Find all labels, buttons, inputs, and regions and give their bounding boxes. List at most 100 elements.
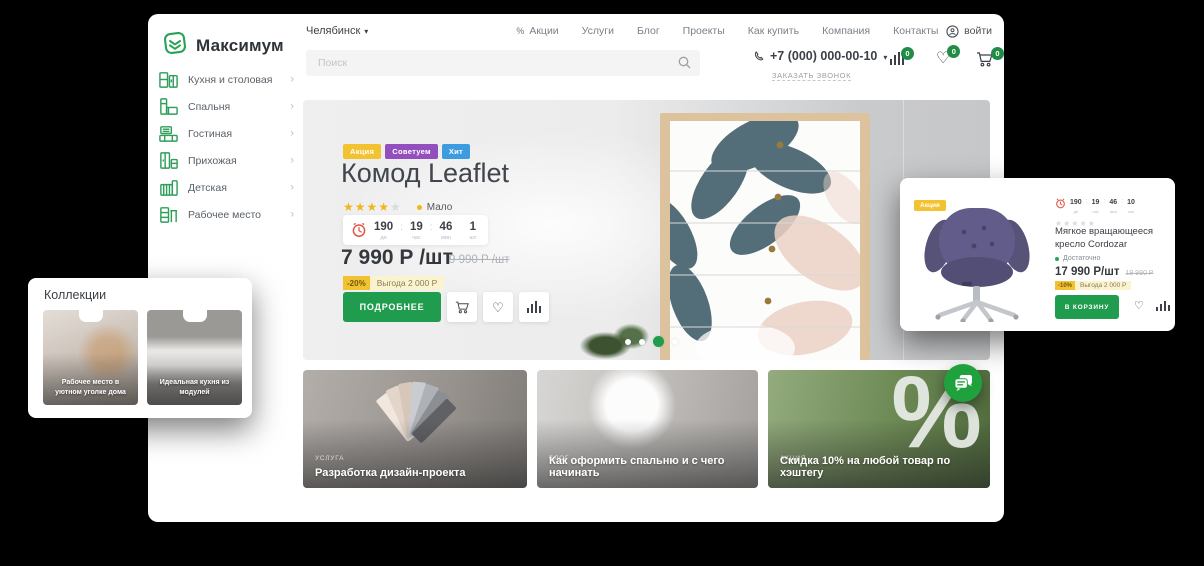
- product-countdown-timer: 190дн 19час 46мин 10сек: [1055, 192, 1135, 214]
- collection-tile-kitchen[interactable]: Идеальная кухня из модулей: [147, 310, 242, 405]
- chevron-right-icon: [290, 69, 294, 87]
- clock-icon: [1055, 198, 1066, 209]
- slider-dot-4[interactable]: [672, 339, 678, 345]
- chat-widget-button[interactable]: [944, 364, 982, 402]
- main-page-card: Максимум Кухня и столовая Спальня Гостин…: [148, 14, 1004, 522]
- hallway-icon: [158, 150, 179, 171]
- wishlist-toggle-button[interactable]: ♡: [483, 292, 513, 322]
- card-title: Скидка 10% на любой товар по хэштегу: [780, 455, 980, 479]
- chevron-right-icon: [290, 150, 294, 168]
- hero-old-price: 9 990 Р /шт: [449, 254, 510, 266]
- sidebar-item-bedroom[interactable]: Спальня: [158, 93, 290, 120]
- nav-link-company[interactable]: Компания: [822, 25, 870, 37]
- slider-dot-2[interactable]: [639, 339, 645, 345]
- hero-rating: Мало: [343, 198, 452, 216]
- product-title-link[interactable]: Мягкое вращающееся кресло Cordozar: [1055, 226, 1167, 251]
- stock-status: Мало: [427, 202, 453, 213]
- sidebar-item-kitchen[interactable]: Кухня и столовая: [158, 66, 290, 93]
- hero-discount-row: -20% Выгода 2 000 Р: [343, 276, 444, 290]
- hero-badges: Акция Советуем Хит: [343, 144, 470, 159]
- nav-link-services[interactable]: Услуги: [582, 25, 614, 37]
- card-title: Как оформить спальню и с чего начинать: [549, 455, 748, 479]
- nav-link-how-to-buy[interactable]: Как купить: [748, 25, 799, 37]
- compare-toggle-button[interactable]: [1156, 301, 1170, 311]
- slider-dots: [625, 336, 678, 347]
- add-to-cart-button[interactable]: [447, 292, 477, 322]
- details-button[interactable]: ПОДРОБНЕЕ: [343, 292, 441, 322]
- bedroom-icon: [158, 96, 179, 117]
- kids-room-icon: [158, 177, 179, 198]
- collections-card: Коллекции Рабочее место в уютном уголке …: [28, 278, 252, 418]
- callback-link[interactable]: заказать звонок: [772, 71, 851, 81]
- wishlist-toggle-button[interactable]: ♡: [1134, 299, 1144, 312]
- nav-link-promos[interactable]: Акции: [529, 25, 558, 37]
- chevron-right-icon: [290, 96, 294, 114]
- kitchen-icon: [158, 69, 179, 90]
- compare-toggle-button[interactable]: [519, 292, 549, 322]
- hero-product-image: [660, 113, 870, 360]
- collection-tile-workplace[interactable]: Рабочее место в уютном уголке дома: [43, 310, 138, 405]
- card-tag: УСЛУГА: [315, 455, 344, 462]
- wishlist-button[interactable]: ♡ 0: [936, 50, 950, 68]
- stock-dot-icon: [1055, 257, 1059, 261]
- compare-icon: [1156, 301, 1170, 311]
- sidebar-item-kids[interactable]: Детская: [158, 174, 290, 201]
- search-input[interactable]: [306, 50, 700, 76]
- phone-number[interactable]: +7 (000) 000-00-10: [770, 49, 877, 63]
- benefit-badge: Выгода 2 000 Р: [370, 276, 445, 290]
- tile-notch: [183, 310, 207, 322]
- clock-icon: [351, 222, 367, 238]
- compare-button[interactable]: 0: [890, 52, 904, 65]
- discount-badge: -10%: [1055, 281, 1075, 290]
- collections-title: Коллекции: [44, 288, 106, 302]
- product-stock: Достаточно: [1055, 255, 1100, 262]
- brand-logo-icon: [162, 30, 188, 61]
- nav-links: % Акции Услуги Блог Проекты Как купить К…: [516, 25, 938, 37]
- screenshot-stage: Максимум Кухня и столовая Спальня Гостин…: [0, 0, 1204, 566]
- promo-card-blog[interactable]: БЛОГ Как оформить спальню и с чего начин…: [537, 370, 758, 488]
- badge-promo: Акция: [343, 144, 381, 159]
- search-bar: [306, 50, 700, 76]
- chevron-right-icon: [290, 177, 294, 195]
- hero-actions: ПОДРОБНЕЕ ♡: [343, 292, 549, 322]
- heart-icon: ♡: [492, 301, 504, 314]
- brand-logo[interactable]: Максимум: [162, 30, 284, 61]
- chevron-right-icon: [290, 123, 294, 141]
- phone-block: +7 (000) 000-00-10 заказать звонок: [754, 47, 894, 83]
- cart-count-badge: 0: [991, 47, 1004, 60]
- sidebar-item-workspace[interactable]: Рабочее место: [158, 201, 290, 228]
- cart-button[interactable]: 0: [976, 52, 994, 72]
- city-selector[interactable]: Челябинск: [306, 25, 368, 37]
- cart-icon: [455, 301, 470, 314]
- timer-minutes: 46: [440, 221, 453, 233]
- product-price-row: 17 990 Р/шт 19 990 Р: [1055, 266, 1153, 278]
- nav-link-projects[interactable]: Проекты: [683, 25, 725, 37]
- nav-link-contacts[interactable]: Контакты: [893, 25, 938, 37]
- sidebar-item-living[interactable]: Гостиная: [158, 120, 290, 147]
- badge-recommended: Советуем: [385, 144, 438, 159]
- product-image-chair: [922, 202, 1032, 327]
- sidebar-item-hallway[interactable]: Прихожая: [158, 147, 290, 174]
- benefit-badge: Выгода 2 000 Р: [1075, 281, 1131, 290]
- chevron-right-icon: [290, 204, 294, 222]
- search-icon[interactable]: [678, 56, 691, 69]
- compare-icon: [527, 301, 541, 313]
- chevron-down-icon: [364, 25, 368, 37]
- add-to-cart-button[interactable]: В КОРЗИНУ: [1055, 295, 1119, 319]
- login-button[interactable]: войти: [946, 25, 992, 38]
- nav-link-blog[interactable]: Блог: [637, 25, 660, 37]
- slider-dot-1[interactable]: [625, 339, 631, 345]
- timer-days: 190: [374, 221, 393, 233]
- discount-badge: -20%: [343, 276, 370, 290]
- card-title: Разработка дизайн-проекта: [315, 467, 517, 479]
- slider-dot-3-active[interactable]: [653, 336, 664, 347]
- category-sidebar: Кухня и столовая Спальня Гостиная Прихож…: [158, 66, 290, 228]
- collection-caption: Рабочее место в уютном уголке дома: [48, 378, 133, 398]
- countdown-timer: 190дн 19час 46мин 1шт: [343, 215, 488, 245]
- promo-icon: %: [516, 26, 524, 36]
- compare-count-badge: 0: [901, 47, 914, 60]
- product-price: 17 990 Р/шт: [1055, 266, 1119, 278]
- promo-card-design[interactable]: УСЛУГА Разработка дизайн-проекта: [303, 370, 527, 488]
- star-empty-icon: [390, 198, 401, 216]
- product-quick-card: Акция 190дн 19час 46: [900, 178, 1175, 331]
